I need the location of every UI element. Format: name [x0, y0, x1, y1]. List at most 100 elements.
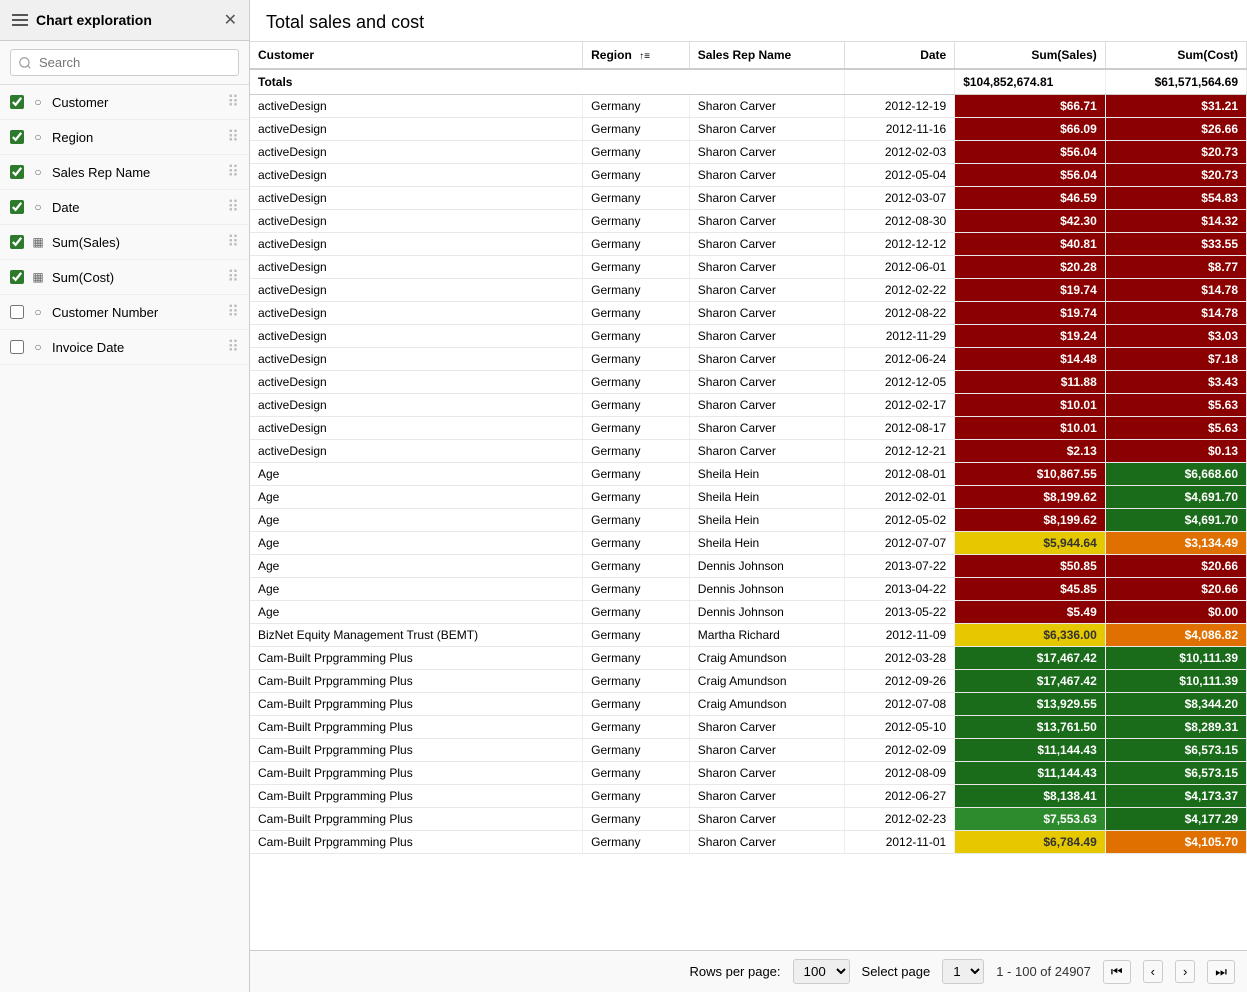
table-row: AgeGermanyDennis Johnson2013-04-22$45.85… — [250, 578, 1247, 601]
table-row: activeDesignGermanySharon Carver2012-11-… — [250, 325, 1247, 348]
region-sort-icon: ↑≡ — [639, 51, 650, 62]
table-row: activeDesignGermanySharon Carver2012-12-… — [250, 233, 1247, 256]
bars-icon — [12, 14, 28, 26]
table-row: Cam-Built Prpgramming PlusGermanySharon … — [250, 716, 1247, 739]
drag-handle-invoice-date[interactable]: ⠿ — [227, 337, 239, 357]
field-icon-region: ○ — [30, 130, 46, 144]
table-row: Cam-Built Prpgramming PlusGermanySharon … — [250, 739, 1247, 762]
search-box — [0, 41, 249, 85]
table-wrapper[interactable]: Customer Region ↑≡ Sales Rep Name Date S… — [250, 42, 1247, 950]
drag-handle-sum-sales[interactable]: ⠿ — [227, 232, 239, 252]
table-row: activeDesignGermanySharon Carver2012-02-… — [250, 279, 1247, 302]
page-title: Total sales and cost — [250, 0, 1247, 42]
table-row: AgeGermanySheila Hein2012-05-02$8,199.62… — [250, 509, 1247, 532]
next-page-button[interactable]: › — [1175, 960, 1195, 983]
table-row: activeDesignGermanySharon Carver2012-08-… — [250, 417, 1247, 440]
table-row: Cam-Built Prpgramming PlusGermanyCraig A… — [250, 693, 1247, 716]
drag-handle-date[interactable]: ⠿ — [227, 197, 239, 217]
table-row: activeDesignGermanySharon Carver2012-05-… — [250, 164, 1247, 187]
table-row: activeDesignGermanySharon Carver2012-12-… — [250, 440, 1247, 463]
table-row: Cam-Built Prpgramming PlusGermanySharon … — [250, 808, 1247, 831]
table-row: AgeGermanyDennis Johnson2013-05-22$5.49$… — [250, 601, 1247, 624]
label-sum-sales: Sum(Sales) — [52, 235, 221, 250]
table-row: activeDesignGermanySharon Carver2012-03-… — [250, 187, 1247, 210]
table-body: Totals $104,852,674.81 $61,571,564.69 ac… — [250, 69, 1247, 854]
checkbox-region[interactable] — [10, 130, 24, 144]
table-row: activeDesignGermanySharon Carver2012-11-… — [250, 118, 1247, 141]
col-customer[interactable]: Customer — [250, 42, 583, 69]
totals-sales: $104,852,674.81 — [955, 69, 1106, 95]
table-row: Cam-Built Prpgramming PlusGermanySharon … — [250, 785, 1247, 808]
field-icon-sales-rep-name: ○ — [30, 165, 46, 179]
table-row: activeDesignGermanySharon Carver2012-08-… — [250, 302, 1247, 325]
sidebar-item-sum-cost: ▦ Sum(Cost) ⠿ — [0, 260, 249, 295]
totals-date — [844, 69, 954, 95]
sidebar-item-date: ○ Date ⠿ — [0, 190, 249, 225]
field-icon-invoice-date: ○ — [30, 340, 46, 354]
drag-handle-region[interactable]: ⠿ — [227, 127, 239, 147]
table-header-row: Customer Region ↑≡ Sales Rep Name Date S… — [250, 42, 1247, 69]
sidebar-item-customer-number: ○ Customer Number ⠿ — [0, 295, 249, 330]
table-row: AgeGermanyDennis Johnson2013-07-22$50.85… — [250, 555, 1247, 578]
table-row: activeDesignGermanySharon Carver2012-06-… — [250, 348, 1247, 371]
label-sum-cost: Sum(Cost) — [52, 270, 221, 285]
checkbox-sales-rep-name[interactable] — [10, 165, 24, 179]
table-row: Cam-Built Prpgramming PlusGermanyCraig A… — [250, 647, 1247, 670]
sidebar-items-list: ○Customer⠿○Region⠿○Sales Rep Name⠿○Date⠿… — [0, 85, 249, 365]
sidebar-item-customer: ○Customer⠿ — [0, 85, 249, 120]
table-row: Cam-Built Prpgramming PlusGermanyCraig A… — [250, 670, 1247, 693]
label-date: Date — [52, 200, 221, 215]
col-sales-rep[interactable]: Sales Rep Name — [689, 42, 844, 69]
col-date[interactable]: Date — [844, 42, 954, 69]
field-icon-sum-sales: ▦ — [30, 235, 46, 249]
sidebar-item-sales-rep-name: ○Sales Rep Name⠿ — [0, 155, 249, 190]
checkbox-invoice-date[interactable] — [10, 340, 24, 354]
checkbox-sum-sales[interactable] — [10, 235, 24, 249]
drag-handle-customer[interactable]: ⠿ — [227, 92, 239, 112]
checkbox-date[interactable] — [10, 200, 24, 214]
field-icon-sum-cost: ▦ — [30, 270, 46, 284]
sidebar-title: Chart exploration — [12, 12, 152, 28]
drag-handle-sales-rep-name[interactable]: ⠿ — [227, 162, 239, 182]
field-icon-customer: ○ — [30, 95, 46, 109]
sidebar-title-text: Chart exploration — [36, 12, 152, 28]
sidebar-item-sum-sales: ▦ Sum(Sales) ⠿ — [0, 225, 249, 260]
table-row: AgeGermanySheila Hein2012-02-01$8,199.62… — [250, 486, 1247, 509]
field-icon-customer-number: ○ — [30, 305, 46, 319]
sidebar: Chart exploration ✕ ○Customer⠿○Region⠿○S… — [0, 0, 250, 992]
rows-per-page-label: Rows per page: — [689, 964, 780, 979]
col-sum-sales[interactable]: Sum(Sales) — [955, 42, 1106, 69]
checkbox-customer-number[interactable] — [10, 305, 24, 319]
search-input[interactable] — [10, 49, 239, 76]
totals-label: Totals — [250, 69, 844, 95]
totals-row: Totals $104,852,674.81 $61,571,564.69 — [250, 69, 1247, 95]
table-row: activeDesignGermanySharon Carver2012-12-… — [250, 371, 1247, 394]
checkbox-sum-cost[interactable] — [10, 270, 24, 284]
table-row: BizNet Equity Management Trust (BEMT)Ger… — [250, 624, 1247, 647]
sidebar-item-invoice-date: ○Invoice Date⠿ — [0, 330, 249, 365]
field-icon-date: ○ — [30, 200, 46, 214]
table-row: activeDesignGermanySharon Carver2012-06-… — [250, 256, 1247, 279]
first-page-button[interactable]: ⏮ — [1103, 960, 1131, 984]
table-row: activeDesignGermanySharon Carver2012-02-… — [250, 141, 1247, 164]
data-table: Customer Region ↑≡ Sales Rep Name Date S… — [250, 42, 1247, 854]
table-row: activeDesignGermanySharon Carver2012-02-… — [250, 394, 1247, 417]
close-button[interactable]: ✕ — [224, 10, 237, 30]
table-row: activeDesignGermanySharon Carver2012-08-… — [250, 210, 1247, 233]
main-panel: Total sales and cost Customer Region ↑≡ … — [250, 0, 1247, 992]
label-region: Region — [52, 130, 221, 145]
pagination-bar: Rows per page: 102550100 Select page 1 1… — [250, 950, 1247, 992]
table-row: AgeGermanySheila Hein2012-08-01$10,867.5… — [250, 463, 1247, 486]
drag-handle-sum-cost[interactable]: ⠿ — [227, 267, 239, 287]
col-sum-cost[interactable]: Sum(Cost) — [1105, 42, 1246, 69]
label-customer-number: Customer Number — [52, 305, 221, 320]
select-page-label: Select page — [862, 964, 931, 979]
drag-handle-customer-number[interactable]: ⠿ — [227, 302, 239, 322]
col-region[interactable]: Region ↑≡ — [583, 42, 690, 69]
rows-per-page-select[interactable]: 102550100 — [793, 959, 850, 984]
page-select[interactable]: 1 — [942, 959, 984, 984]
checkbox-customer[interactable] — [10, 95, 24, 109]
last-page-button[interactable]: ⏭ — [1207, 960, 1235, 984]
sidebar-header: Chart exploration ✕ — [0, 0, 249, 41]
prev-page-button[interactable]: ‹ — [1143, 960, 1163, 983]
